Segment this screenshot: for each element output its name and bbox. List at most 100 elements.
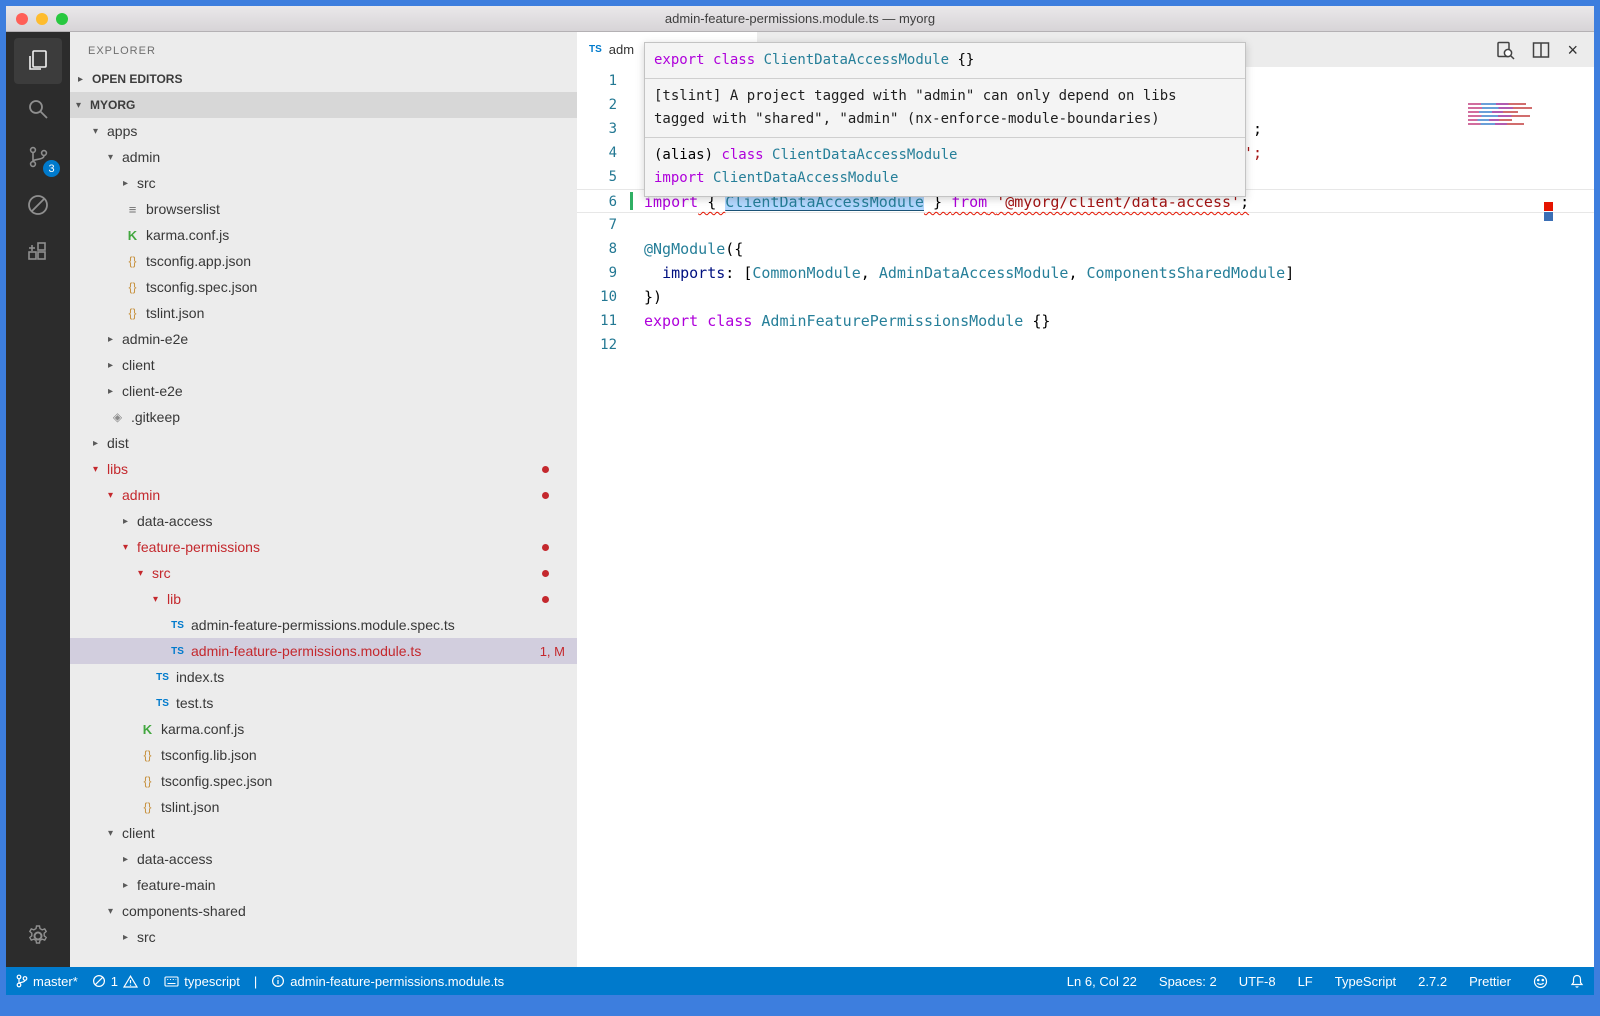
branch-icon xyxy=(16,974,28,988)
settings-gear-icon[interactable] xyxy=(14,913,62,959)
tree-item-label: feature-main xyxy=(137,877,216,893)
ts-file-icon: TS xyxy=(153,698,172,709)
tree-item-label: tsconfig.app.json xyxy=(146,253,251,269)
tree-item-label: client xyxy=(122,825,155,841)
json-file-icon: {} xyxy=(123,306,142,320)
code-line-10[interactable]: 10}) xyxy=(577,285,1594,309)
code-line-12[interactable]: 12 xyxy=(577,333,1594,357)
debug-activity-icon[interactable] xyxy=(14,182,62,228)
code-text: imports: [CommonModule, AdminDataAccessM… xyxy=(644,261,1294,285)
tree-item-label: apps xyxy=(107,123,137,139)
line-number: 9 xyxy=(577,261,617,285)
source-control-activity-icon[interactable]: 3 xyxy=(14,134,62,180)
tree-item-test.ts[interactable]: TStest.ts xyxy=(70,690,577,716)
code-token xyxy=(764,147,772,163)
status-item[interactable]: Ln 6, Col 22 xyxy=(1067,974,1137,989)
tree-item-browserslist[interactable]: ≡browserslist xyxy=(70,196,577,222)
tree-item-admin[interactable]: ▾admin xyxy=(70,144,577,170)
tree-item-apps[interactable]: ▾apps xyxy=(70,118,577,144)
tree-item-karma.conf.js[interactable]: Kkarma.conf.js xyxy=(70,222,577,248)
tree-item-tsconfig.app.json[interactable]: {}tsconfig.app.json xyxy=(70,248,577,274)
code-token: AdminDataAccessModule xyxy=(879,264,1069,282)
code-line-8[interactable]: 8@NgModule({ xyxy=(577,237,1594,261)
tree-item-src[interactable]: ▸src xyxy=(70,170,577,196)
code-line-7[interactable]: 7 xyxy=(577,213,1594,237)
minimap[interactable] xyxy=(1468,103,1532,127)
status-item[interactable]: LF xyxy=(1298,974,1313,989)
tree-item-libs[interactable]: ▾libs xyxy=(70,456,577,482)
chevron-right-icon: ▸ xyxy=(108,334,122,345)
status-item[interactable]: Prettier xyxy=(1469,974,1511,989)
tree-item-tsconfig.spec.json[interactable]: {}tsconfig.spec.json xyxy=(70,768,577,794)
tree-item-admin[interactable]: ▾admin xyxy=(70,482,577,508)
code-token: class xyxy=(713,52,755,68)
git-branch-status[interactable]: master* xyxy=(16,974,78,989)
tree-item-client[interactable]: ▾client xyxy=(70,820,577,846)
tree-item-data-access[interactable]: ▸data-access xyxy=(70,508,577,534)
tree-item-src[interactable]: ▾src xyxy=(70,560,577,586)
minimap-line xyxy=(1468,119,1512,121)
warning-icon xyxy=(123,975,138,988)
close-window-button[interactable] xyxy=(16,13,28,25)
status-item[interactable]: Spaces: 2 xyxy=(1159,974,1217,989)
json-file-icon: {} xyxy=(138,774,157,788)
feedback-smiley-icon[interactable] xyxy=(1533,974,1548,989)
hover-signature: export class ClientDataAccessModule {} xyxy=(645,43,1245,78)
code-line-11[interactable]: 11export class AdminFeaturePermissionsMo… xyxy=(577,309,1594,333)
tree-item-client-e2e[interactable]: ▸client-e2e xyxy=(70,378,577,404)
tree-item-src[interactable]: ▸src xyxy=(70,924,577,950)
split-editor-icon[interactable] xyxy=(1531,40,1551,60)
tree-item-tsconfig.spec.json[interactable]: {}tsconfig.spec.json xyxy=(70,274,577,300)
code-line-9[interactable]: 9 imports: [CommonModule, AdminDataAcces… xyxy=(577,261,1594,285)
open-preview-icon[interactable] xyxy=(1495,40,1515,60)
tree-item-admin-e2e[interactable]: ▸admin-e2e xyxy=(70,326,577,352)
tree-item-label: index.ts xyxy=(176,669,224,685)
tree-item-client[interactable]: ▸client xyxy=(70,352,577,378)
tree-item-tslint.json[interactable]: {}tslint.json xyxy=(70,300,577,326)
workspace-root-header[interactable]: ▾ MYORG xyxy=(70,92,577,118)
close-editor-icon[interactable]: × xyxy=(1567,41,1578,59)
tree-item-data-access[interactable]: ▸data-access xyxy=(70,846,577,872)
tree-item-admin-feature-permissions.module.ts[interactable]: TSadmin-feature-permissions.module.ts1, … xyxy=(70,638,577,664)
minimize-window-button[interactable] xyxy=(36,13,48,25)
tree-item-label: lib xyxy=(167,591,181,607)
tree-item-index.ts[interactable]: TS index.ts xyxy=(70,664,577,690)
tree-item-tsconfig.lib.json[interactable]: {}tsconfig.lib.json xyxy=(70,742,577,768)
ts-file-icon: TS xyxy=(153,672,172,683)
active-file-status[interactable]: admin-feature-permissions.module.ts xyxy=(271,974,504,989)
extensions-activity-icon[interactable] xyxy=(14,230,62,276)
minimap-line xyxy=(1468,111,1518,113)
status-item[interactable]: 2.7.2 xyxy=(1418,974,1447,989)
tree-item-admin-feature-permissions.module.spec.ts[interactable]: TSadmin-feature-permissions.module.spec.… xyxy=(70,612,577,638)
explorer-activity-icon[interactable] xyxy=(14,38,62,84)
code-token xyxy=(698,312,707,330)
chevron-right-icon: ▸ xyxy=(108,386,122,397)
activity-bar: 3 xyxy=(6,32,70,967)
notifications-bell-icon[interactable] xyxy=(1570,974,1584,989)
tree-item-lib[interactable]: ▾lib xyxy=(70,586,577,612)
code-text: export class AdminFeaturePermissionsModu… xyxy=(644,309,1050,333)
git-status-badge: 1, M xyxy=(540,644,565,659)
tree-item-tslint.json[interactable]: {}tslint.json xyxy=(70,794,577,820)
search-activity-icon[interactable] xyxy=(14,86,62,132)
status-item[interactable]: TypeScript xyxy=(1335,974,1396,989)
tree-item-.gitkeep[interactable]: ◈.gitkeep xyxy=(70,404,577,430)
tree-item-label: feature-permissions xyxy=(137,539,260,555)
open-editors-header[interactable]: ▸ OPEN EDITORS xyxy=(70,66,577,92)
tree-item-label: admin xyxy=(122,487,160,503)
tree-item-components-shared[interactable]: ▾components-shared xyxy=(70,898,577,924)
line-number: 6 xyxy=(577,190,617,212)
tab-label: adm xyxy=(609,42,634,57)
chevron-right-icon: ▸ xyxy=(108,360,122,371)
tree-item-label: browserslist xyxy=(146,201,220,217)
tree-item-feature-permissions[interactable]: ▾feature-permissions xyxy=(70,534,577,560)
problems-status[interactable]: 1 0 xyxy=(92,974,150,989)
json-file-icon: {} xyxy=(138,748,157,762)
tree-item-karma.conf.js[interactable]: Kkarma.conf.js xyxy=(70,716,577,742)
status-item[interactable]: UTF-8 xyxy=(1239,974,1276,989)
feedback-status[interactable]: typescript xyxy=(164,974,240,989)
workspace-root-label: MYORG xyxy=(90,98,135,112)
maximize-window-button[interactable] xyxy=(56,13,68,25)
tree-item-dist[interactable]: ▸dist xyxy=(70,430,577,456)
tree-item-feature-main[interactable]: ▸feature-main xyxy=(70,872,577,898)
